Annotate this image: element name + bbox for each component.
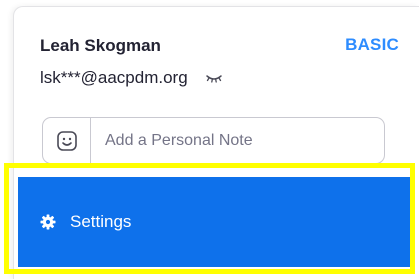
settings-menu-item[interactable]: Settings	[18, 177, 410, 267]
email-row: lsk***@aacpdm.org	[40, 66, 224, 90]
user-name: Leah Skogman	[40, 36, 161, 55]
smiley-icon	[56, 130, 77, 151]
settings-label: Settings	[70, 212, 132, 231]
eye-hidden-icon[interactable]	[204, 71, 224, 85]
plan-badge: BASIC	[345, 35, 399, 54]
user-email: lsk***@aacpdm.org	[40, 68, 188, 87]
personal-note-field	[42, 117, 385, 164]
emoji-button[interactable]	[43, 118, 91, 163]
gear-icon	[40, 214, 56, 230]
personal-note-input[interactable]	[91, 118, 384, 163]
